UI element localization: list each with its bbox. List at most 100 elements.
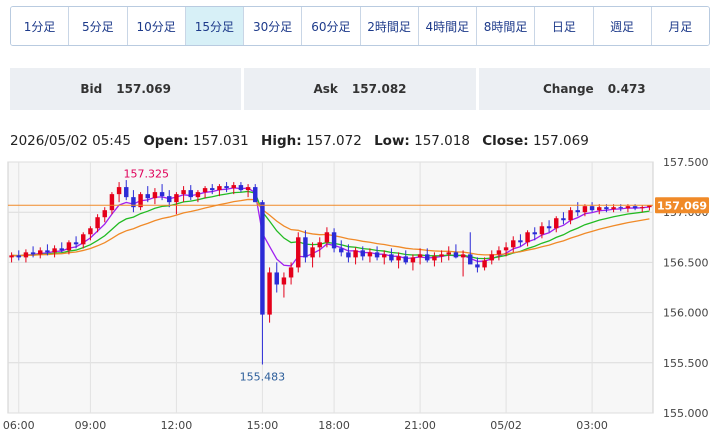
candle-body bbox=[167, 196, 172, 203]
candle-body bbox=[425, 254, 430, 261]
candle-body bbox=[88, 228, 93, 235]
candle-body bbox=[238, 185, 244, 191]
x-tick-label: 05/02 bbox=[490, 419, 522, 432]
candle-body bbox=[518, 240, 523, 243]
candle-body bbox=[66, 242, 72, 251]
candle-body bbox=[475, 264, 480, 268]
close-label: Close: bbox=[482, 133, 529, 149]
ohlc-datetime: 2026/05/02 05:45 bbox=[10, 133, 132, 149]
y-tick-label: 157.500 bbox=[663, 156, 709, 169]
candle-body bbox=[503, 247, 509, 251]
change-label: Change bbox=[542, 82, 594, 96]
candle-body bbox=[489, 254, 494, 261]
candle-body bbox=[625, 206, 631, 209]
candle-body bbox=[410, 257, 416, 263]
candle-body bbox=[568, 210, 573, 221]
candle-body bbox=[589, 206, 595, 211]
candle-body bbox=[396, 256, 401, 261]
candle-body bbox=[446, 252, 451, 255]
close-value: 157.069 bbox=[532, 133, 589, 149]
tab-timeframe-0[interactable]: 1分足 bbox=[11, 7, 69, 45]
candle-body bbox=[195, 192, 201, 198]
x-tick-label: 03:00 bbox=[576, 419, 608, 432]
candle-body bbox=[73, 242, 79, 245]
x-tick-label: 21:00 bbox=[404, 419, 436, 432]
timeframe-tabs: 1分足 5分足 10分足 15分足 30分足 60分足 2時間足 4時間足 8時間足 日足 週足 月足 bbox=[10, 6, 710, 46]
candle-body bbox=[102, 210, 107, 218]
candle-body bbox=[159, 192, 165, 197]
candle-body bbox=[353, 250, 358, 258]
tab-timeframe-4[interactable]: 30分足 bbox=[243, 7, 302, 45]
bid-label: Bid bbox=[80, 82, 103, 96]
candle-body bbox=[611, 207, 616, 210]
tab-timeframe-8[interactable]: 8時間足 bbox=[476, 7, 535, 45]
candle-body bbox=[109, 194, 115, 211]
candle-body bbox=[210, 188, 215, 191]
candle-body bbox=[532, 232, 537, 235]
candle-body bbox=[188, 190, 193, 198]
candlestick-chart: 157.500157.000156.500156.000155.500155.0… bbox=[3, 156, 709, 432]
candle-body bbox=[604, 207, 609, 210]
candle-body bbox=[453, 252, 459, 258]
high-label: High: bbox=[261, 133, 302, 149]
tab-timeframe-9[interactable]: 日足 bbox=[534, 7, 593, 45]
ohlc-info: 2026/05/02 05:45 Open: 157.031 High: 157… bbox=[10, 133, 589, 149]
candle-body bbox=[511, 240, 516, 248]
candle-body bbox=[317, 242, 322, 248]
candle-body bbox=[582, 206, 588, 213]
tab-timeframe-6[interactable]: 2時間足 bbox=[359, 7, 418, 45]
candle-body bbox=[496, 250, 502, 255]
candle-body bbox=[95, 217, 100, 229]
candle-body bbox=[296, 237, 301, 268]
candle-body bbox=[288, 267, 294, 278]
candle-body bbox=[281, 277, 287, 285]
y-tick-label: 155.500 bbox=[663, 357, 709, 370]
candle-body bbox=[374, 252, 380, 258]
y-tick-label: 155.000 bbox=[663, 407, 709, 420]
tab-timeframe-1[interactable]: 5分足 bbox=[68, 7, 127, 45]
tab-timeframe-2[interactable]: 10分足 bbox=[126, 7, 185, 45]
candle-body bbox=[274, 272, 279, 285]
candle-body bbox=[367, 252, 373, 257]
candle-body bbox=[417, 254, 423, 258]
candle-body bbox=[45, 250, 50, 253]
candle-body bbox=[403, 256, 408, 263]
tab-timeframe-10[interactable]: 週足 bbox=[592, 7, 651, 45]
candle-body bbox=[9, 255, 14, 258]
low-annotation: 155.483 bbox=[240, 371, 286, 384]
candle-body bbox=[124, 187, 129, 198]
candle-body bbox=[468, 254, 473, 265]
candle-body bbox=[554, 218, 559, 229]
y-tick-label: 156.000 bbox=[663, 307, 709, 320]
candle-body bbox=[116, 187, 122, 195]
x-tick-label: 06:00 bbox=[3, 419, 35, 432]
ask-box: Ask 157.082 bbox=[244, 68, 476, 110]
ask-label: Ask bbox=[313, 82, 338, 96]
change-value: 0.473 bbox=[607, 82, 646, 96]
candle-body bbox=[346, 252, 351, 258]
ask-value: 157.082 bbox=[351, 82, 407, 96]
candle-body bbox=[360, 250, 365, 257]
tab-timeframe-3[interactable]: 15分足 bbox=[184, 7, 243, 45]
candle-body bbox=[539, 226, 545, 235]
bid-box: Bid 157.069 bbox=[10, 68, 242, 110]
candle-body bbox=[575, 210, 580, 213]
candle-body bbox=[260, 202, 265, 315]
candle-body bbox=[253, 187, 258, 203]
x-tick-label: 12:00 bbox=[161, 419, 193, 432]
candle-body bbox=[382, 254, 387, 258]
candle-body bbox=[460, 254, 466, 258]
candle-body bbox=[597, 207, 602, 211]
candle-body bbox=[389, 254, 394, 261]
y-tick-label: 156.500 bbox=[663, 256, 709, 269]
candle-body bbox=[439, 254, 444, 257]
high-annotation: 157.325 bbox=[124, 168, 170, 181]
tab-timeframe-7[interactable]: 4時間足 bbox=[417, 7, 476, 45]
candle-body bbox=[38, 250, 43, 255]
candle-body bbox=[303, 237, 308, 258]
tab-timeframe-5[interactable]: 60分足 bbox=[301, 7, 360, 45]
tab-timeframe-11[interactable]: 月足 bbox=[650, 7, 709, 45]
candle-body bbox=[561, 218, 566, 221]
candle-body bbox=[640, 207, 645, 209]
current-price-label: 157.069 bbox=[657, 199, 707, 212]
